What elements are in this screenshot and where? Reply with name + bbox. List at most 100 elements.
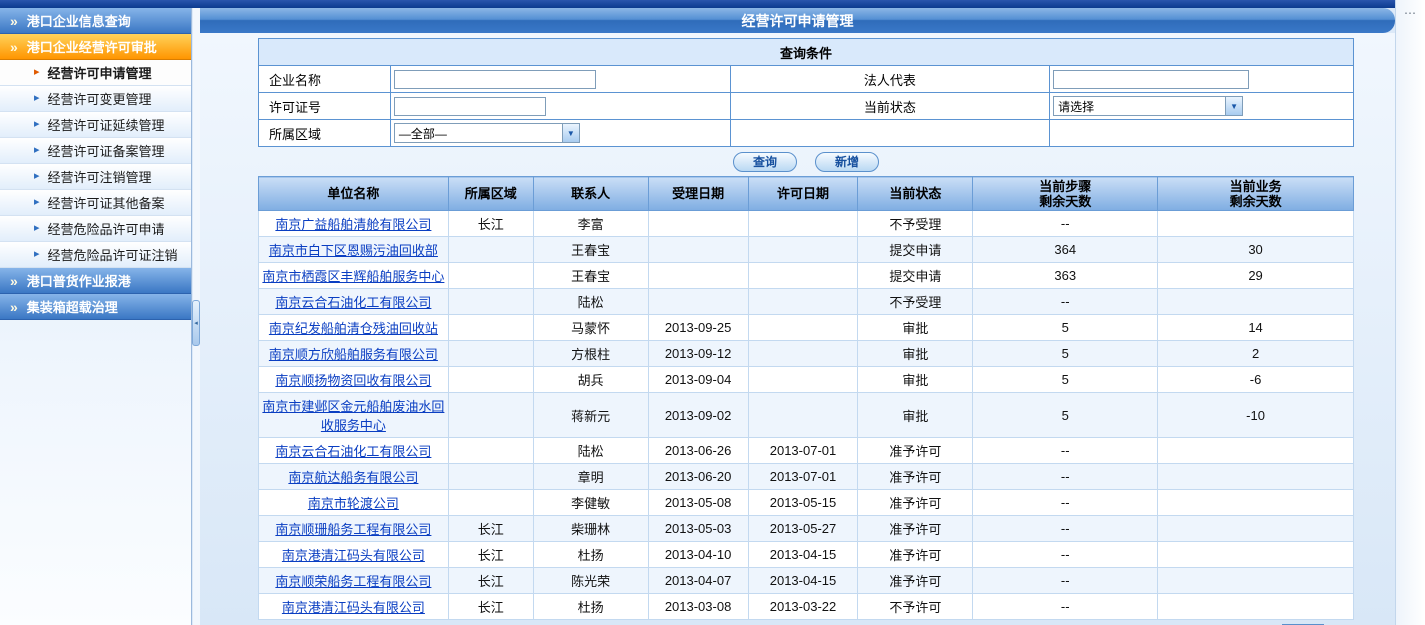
table-row: 南京市轮渡公司李健敏2013-05-082013-05-15准予许可-- [259,490,1354,516]
region-cell: 长江 [448,516,533,542]
accept-date-cell: 2013-09-12 [648,341,748,367]
status-cell: 审批 [858,341,973,367]
license-date-cell [748,315,858,341]
sidebar-item[interactable]: ▸经营许可注销管理 [0,164,191,190]
status-cell: 不予许可 [858,594,973,620]
chevron-down-icon: ▼ [562,124,579,142]
table-row: 南京纪发船舶清仓残油回收站马蒙怀2013-09-25审批514 [259,315,1354,341]
step-days-cell: -- [973,289,1158,315]
company-name-link[interactable]: 南京市白下区恩赐污油回收部 [269,243,438,258]
company-name-link[interactable]: 南京航达船务有限公司 [288,470,418,485]
company-name-link[interactable]: 南京云合石油化工有限公司 [275,295,431,310]
company-name-link[interactable]: 南京云合石油化工有限公司 [275,444,431,459]
region-cell [448,367,533,393]
company-name-input[interactable] [394,70,596,89]
page-title-bar: 经营许可申请管理 [200,8,1395,33]
double-chevron-icon: » [10,300,18,314]
region-cell [448,438,533,464]
company-name-link[interactable]: 南京市轮渡公司 [308,496,399,511]
company-name-cell: 南京市白下区恩赐污油回收部 [259,237,449,263]
step-days-cell: -- [973,464,1158,490]
status-cell: 准予许可 [858,516,973,542]
company-name-link[interactable]: 南京顺扬物资回收有限公司 [275,373,431,388]
table-row: 南京广益船舶清舱有限公司长江李富不予受理-- [259,211,1354,237]
arrow-right-icon: ▸ [34,119,40,130]
window-overflow-dots[interactable]: ⋯ [1396,6,1425,20]
sidebar-group[interactable]: »集装箱超载治理 [0,294,191,320]
region-cell: 长江 [448,542,533,568]
company-name-link[interactable]: 南京顺方欣船舶服务有限公司 [269,347,438,362]
company-name-link[interactable]: 南京顺珊船务工程有限公司 [275,522,431,537]
sidebar-item[interactable]: ▸ 经营许可证延续管理 [0,112,191,138]
step-days-cell: 5 [973,367,1158,393]
page-title: 经营许可申请管理 [742,11,854,31]
app-window: »港口企业信息查询»港口企业经营许可审批▸经营许可申请管理▸经营许可变更管理▸经… [0,0,1425,625]
sidebar-item-label: 经营许可证延续管理 [48,115,165,134]
sidebar-item[interactable]: ▸经营许可证备案管理 [0,138,191,164]
double-chevron-icon: » [10,40,18,54]
license-date-cell: 2013-04-15 [748,542,858,568]
accept-date-cell [648,211,748,237]
contact-cell: 柴珊林 [533,516,648,542]
column-header: 受理日期 [648,177,748,211]
empty-cell [730,120,1050,147]
accept-date-cell: 2013-04-10 [648,542,748,568]
sidebar-item[interactable]: ▸经营许可申请管理 [0,60,191,86]
contact-cell: 李富 [533,211,648,237]
step-days-cell: -- [973,568,1158,594]
company-name-cell: 南京港清江码头有限公司 [259,594,449,620]
accept-date-cell [648,237,748,263]
sidebar-group[interactable]: » 港口企业经营许可审批 [0,34,191,60]
contact-cell: 章明 [533,464,648,490]
company-name-link[interactable]: 南京顺荣船务工程有限公司 [275,574,431,589]
company-name-cell: 南京港清江码头有限公司 [259,542,449,568]
accept-date-cell: 2013-05-08 [648,490,748,516]
contact-cell: 蒋新元 [533,393,648,438]
results-table: 单位名称所属区域联系人受理日期许可日期当前状态当前步骤 剩余天数当前业务 剩余天… [258,176,1354,620]
sidebar-collapse-handle[interactable]: ◂ [192,300,200,346]
company-name-link[interactable]: 南京广益船舶清舱有限公司 [275,217,431,232]
sidebar-item[interactable]: ▸经营危险品许可申请 [0,216,191,242]
region-cell [448,490,533,516]
table-row: 南京港清江码头有限公司长江杜扬2013-04-102013-04-15准予许可-… [259,542,1354,568]
company-name-cell: 南京顺扬物资回收有限公司 [259,367,449,393]
contact-cell: 王春宝 [533,263,648,289]
arrow-right-icon: ▸ [34,249,40,260]
sidebar-item[interactable]: ▸经营许可证其他备案 [0,190,191,216]
company-name-link[interactable]: 南京纪发船舶清仓残油回收站 [269,321,438,336]
accept-date-cell: 2013-09-02 [648,393,748,438]
region-cell [448,315,533,341]
sidebar-group[interactable]: »港口企业信息查询 [0,8,191,34]
region-cell [448,464,533,490]
status-cell: 提交申请 [858,263,973,289]
license-no-input[interactable] [394,97,546,116]
sidebar: »港口企业信息查询»港口企业经营许可审批▸经营许可申请管理▸经营许可变更管理▸经… [0,8,192,625]
contact-cell: 杜扬 [533,594,648,620]
company-name-link[interactable]: 南京港清江码头有限公司 [282,600,425,615]
sidebar-item[interactable]: ▸经营危险品许可证注销 [0,242,191,268]
step-days-cell: -- [973,516,1158,542]
status-label: 当前状态 [730,93,1050,120]
region-cell [448,393,533,438]
status-select[interactable]: 请选择 ▼ [1053,96,1243,116]
license-date-cell: 2013-07-01 [748,438,858,464]
company-name-link[interactable]: 南京港清江码头有限公司 [282,548,425,563]
accept-date-cell: 2013-09-04 [648,367,748,393]
table-row: 南京市栖霞区丰辉船舶服务中心王春宝提交申请36329 [259,263,1354,289]
search-button[interactable]: 查询 [733,152,797,172]
sidebar-group[interactable]: »港口普货作业报港 [0,268,191,294]
company-name-link[interactable]: 南京市建邺区金元船舶废油水回收服务中心 [262,399,444,433]
legal-rep-input[interactable] [1053,70,1249,89]
sidebar-item-label: 经营许可注销管理 [48,167,152,186]
company-name-cell: 南京市建邺区金元船舶废油水回收服务中心 [259,393,449,438]
region-select[interactable]: —全部— ▼ [394,123,580,143]
sidebar-item[interactable]: ▸经营许可变更管理 [0,86,191,112]
license-no-label: 许可证号 [259,93,391,120]
sidebar-group-label: 港口企业经营许可审批 [27,37,157,56]
results-tbody: 南京广益船舶清舱有限公司长江李富不予受理-- 南京市白下区恩赐污油回收部王春宝 提交… [259,211,1354,620]
table-row: 南京云合石油化工有限公司陆松2013-06-262013-07-01准予许可-- [259,438,1354,464]
license-date-cell: 2013-04-15 [748,568,858,594]
add-button[interactable]: 新增 [815,152,879,172]
license-date-cell: 2013-05-15 [748,490,858,516]
company-name-link[interactable]: 南京市栖霞区丰辉船舶服务中心 [262,269,444,284]
